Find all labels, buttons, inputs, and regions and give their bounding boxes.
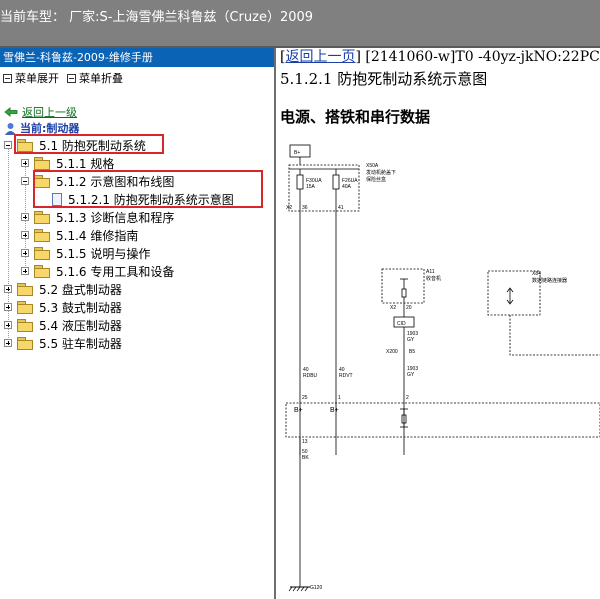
bplus-pin1: B+	[294, 407, 303, 414]
pin-20: 20	[406, 305, 412, 311]
wire-rdbu: RDBU	[303, 373, 318, 379]
section-title: 电源、搭铁和串行数据	[280, 108, 431, 126]
tree-item-5-2[interactable]: 5.2 盘式制动器	[4, 280, 122, 298]
expand-all-button[interactable]: 菜单展开	[3, 70, 59, 86]
ground-g120: G120	[310, 585, 322, 591]
x84-id: X84	[532, 271, 541, 277]
folder-icon	[34, 157, 50, 170]
folder-icon	[34, 211, 50, 224]
expand-icon[interactable]	[4, 321, 12, 329]
folder-icon	[34, 247, 50, 260]
wiring-diagram: B+ X50A 发动机舱盖下 保险丝盒 F30UA 15A F26UA 40A …	[285, 144, 600, 592]
expand-icon[interactable]	[21, 159, 29, 167]
resistor	[401, 288, 407, 298]
fuse-box-id: X50A	[366, 163, 379, 169]
title-bar: 当前车型： 厂家:S-上海雪佛兰科鲁兹（Cruze）2009	[0, 0, 600, 48]
folder-icon	[17, 319, 33, 332]
cid-label: CID	[397, 321, 406, 327]
a11-desc: 收音机	[426, 275, 441, 282]
fuse-box-desc2: 保险丝盒	[366, 176, 386, 183]
menu-icon	[3, 73, 12, 83]
folder-icon	[17, 283, 33, 296]
folder-icon	[17, 301, 33, 314]
back-page-link[interactable]: 返回上一页	[285, 49, 355, 65]
tree-item-5-4[interactable]: 5.4 液压制动器	[4, 316, 122, 334]
pin-1: 1	[338, 395, 341, 401]
tree-item-5-1-5[interactable]: 5.1.5 说明与操作	[21, 244, 150, 262]
pin-2: 2	[406, 395, 409, 401]
content-pane: [返回上一页] [2141060-w]T0 -40yz-jkNO:22PC 5.…	[276, 48, 600, 599]
fuse1-amp: 15A	[306, 184, 316, 190]
conn-x2: X2	[286, 205, 292, 211]
x84-desc: 数据链路连接器	[532, 277, 567, 284]
bplus-label: B+	[294, 150, 300, 156]
pin-36: 36	[302, 205, 308, 211]
tree-item-5-1-6[interactable]: 5.1.6 专用工具和设备	[21, 262, 174, 280]
pin-41: 41	[338, 205, 344, 211]
pin-25: 25	[302, 395, 308, 401]
expand-icon[interactable]	[21, 267, 29, 275]
back-up-link[interactable]: 返回上一级	[4, 104, 77, 120]
tree-item-5-1-4[interactable]: 5.1.4 维修指南	[21, 226, 138, 244]
wire-rdvt: RDVT	[339, 373, 353, 379]
collapse-all-button[interactable]: 菜单折叠	[67, 70, 123, 86]
bplus-pin2: B+	[330, 407, 339, 414]
sidebar-header: 雪佛兰-科鲁兹-2009-维修手册	[0, 48, 274, 67]
highlight-box	[33, 170, 263, 208]
collapse-icon[interactable]	[4, 141, 12, 149]
a11-id: A11	[426, 269, 435, 275]
page-title: 5.1.2.1 防抱死制动系统示意图	[280, 70, 488, 88]
pin-13: 13	[302, 439, 308, 445]
wire-gyb: GY	[407, 372, 415, 378]
highlight-box	[14, 134, 164, 154]
tree-item-5-1-3[interactable]: 5.1.3 诊断信息和程序	[21, 208, 174, 226]
expand-icon[interactable]	[4, 303, 12, 311]
expand-icon[interactable]	[4, 285, 12, 293]
expand-icon[interactable]	[21, 249, 29, 257]
wire-bk: BK	[302, 455, 309, 461]
tree-item-5-5[interactable]: 5.5 驻车制动器	[4, 334, 122, 352]
folder-icon	[34, 265, 50, 278]
wire-gya: GY	[407, 337, 415, 343]
expand-icon[interactable]	[21, 231, 29, 239]
back-arrow-icon	[4, 107, 18, 117]
sidebar-toolbar: 菜单展开 菜单折叠	[0, 67, 274, 89]
fuse-f30ua	[296, 174, 304, 190]
content-nav: [返回上一页] [2141060-w]T0 -40yz-jkNO:22PC	[280, 49, 600, 65]
expand-icon[interactable]	[21, 213, 29, 221]
fuse-f26ua	[332, 174, 340, 190]
vehicle-title: 当前车型： 厂家:S-上海雪佛兰科鲁兹（Cruze）2009	[0, 10, 314, 25]
radio-module	[381, 268, 425, 304]
fuse2-amp: 40A	[342, 184, 352, 190]
collapse-icon[interactable]	[21, 177, 29, 185]
sidebar: 雪佛兰-科鲁兹-2009-维修手册 菜单展开 菜单折叠 返回上一级 当前:制动器…	[0, 48, 276, 599]
folder-icon	[34, 229, 50, 242]
menu-icon	[67, 73, 76, 83]
expand-icon[interactable]	[4, 339, 12, 347]
user-icon	[5, 122, 16, 135]
fuse-box-desc1: 发动机舱盖下	[366, 169, 396, 176]
conn-x200: X200	[386, 349, 398, 355]
pin-b5: B5	[409, 349, 415, 355]
tree-item-5-3[interactable]: 5.3 鼓式制动器	[4, 298, 122, 316]
folder-icon	[17, 337, 33, 350]
doc-code: [2141060-w]T0 -40yz-jkNO:22PC	[365, 49, 600, 65]
conn-x2b: X2	[390, 305, 396, 311]
